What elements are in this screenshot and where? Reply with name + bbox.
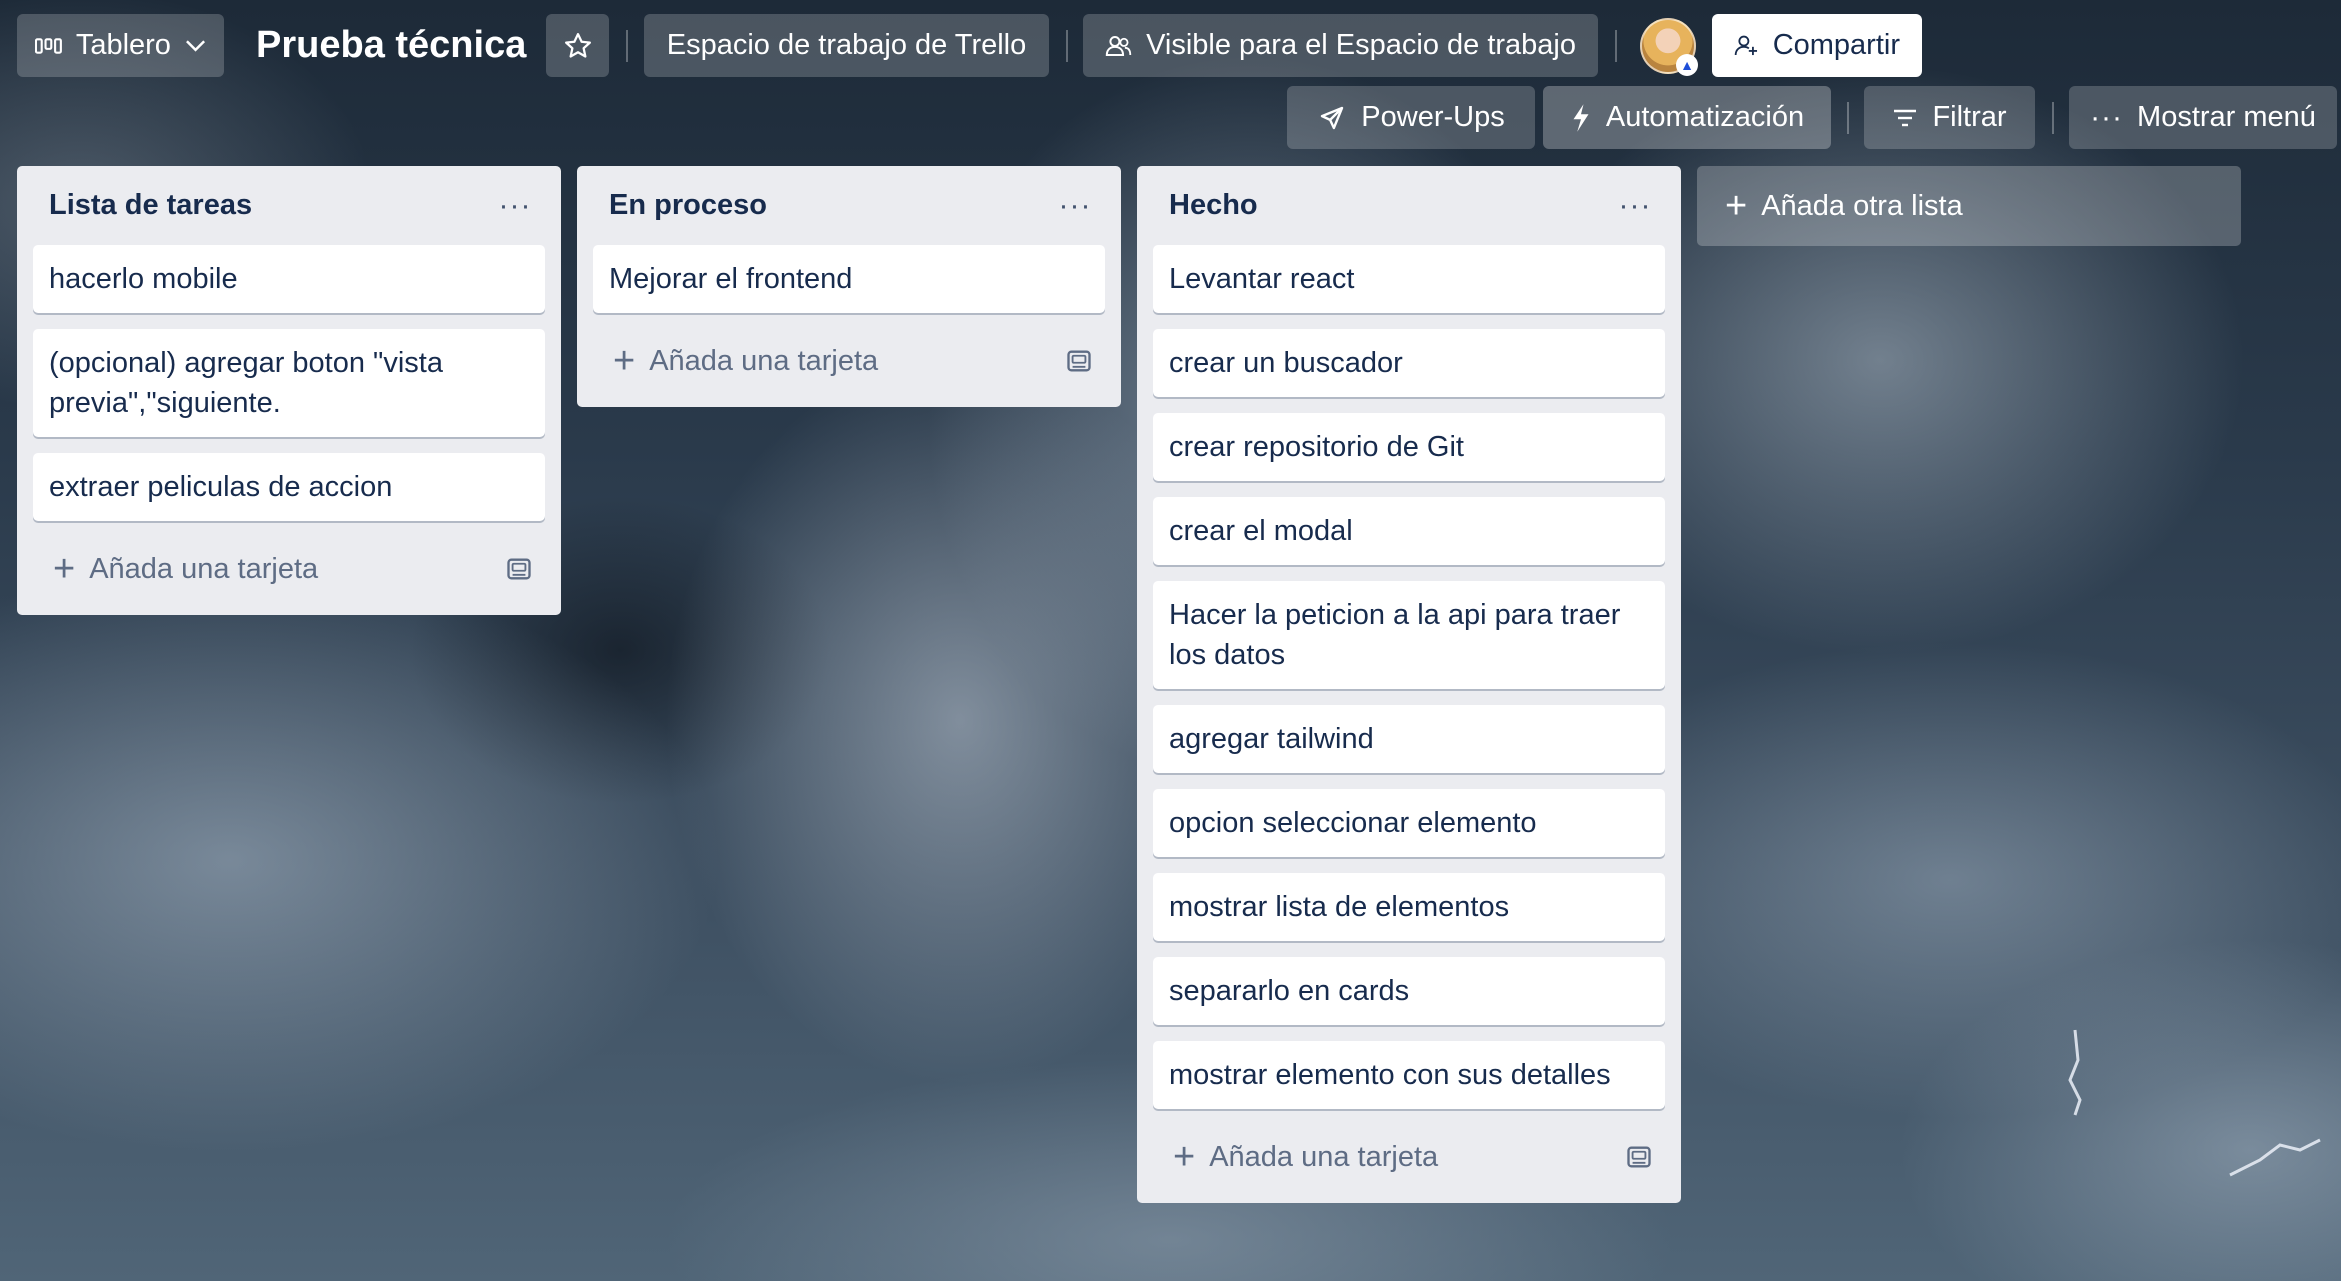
powerups-button[interactable]: Power-Ups [1287, 86, 1535, 149]
add-card-row: + Añada una tarjeta [33, 537, 545, 601]
card[interactable]: crear un buscador [1153, 329, 1665, 397]
board-header: Tablero Prueba técnica Espacio de trabaj… [0, 0, 2341, 149]
board-view-switcher[interactable]: Tablero [17, 14, 224, 77]
card-template-icon[interactable] [505, 555, 533, 583]
admin-badge-icon: ▲ [1676, 54, 1698, 76]
card[interactable]: crear repositorio de Git [1153, 413, 1665, 481]
header-divider [626, 30, 628, 62]
filter-button[interactable]: Filtrar [1864, 86, 2035, 149]
add-card-button[interactable]: + Añada una tarjeta [1173, 1138, 1438, 1176]
list-title[interactable]: Hecho [1169, 189, 1258, 222]
plus-icon: + [53, 548, 76, 590]
card[interactable]: extraer peliculas de accion [33, 453, 545, 521]
filter-icon [1894, 109, 1917, 126]
header-divider [1847, 102, 1849, 134]
card[interactable]: separarlo en cards [1153, 957, 1665, 1025]
powerups-label: Power-Ups [1361, 101, 1505, 133]
board-icon [35, 37, 62, 54]
list-title[interactable]: Lista de tareas [49, 189, 252, 222]
plus-icon: + [1173, 1136, 1196, 1178]
card[interactable]: mostrar lista de elementos [1153, 873, 1665, 941]
board-view-label: Tablero [75, 29, 171, 61]
star-icon [564, 32, 591, 58]
card[interactable]: agregar tailwind [1153, 705, 1665, 773]
add-card-label: Añada una tarjeta [649, 344, 879, 377]
add-card-label: Añada una tarjeta [1209, 1140, 1439, 1173]
card[interactable]: Hacer la peticion a la api para traer lo… [1153, 581, 1665, 689]
list-hecho: Hecho ··· Levantar react crear un buscad… [1137, 166, 1681, 1203]
add-list-label: Añada otra lista [1761, 189, 1963, 222]
lightning-icon [1573, 103, 1589, 132]
add-member-icon [1734, 35, 1758, 55]
card[interactable]: crear el modal [1153, 497, 1665, 565]
automation-label: Automatización [1605, 101, 1805, 133]
card[interactable]: mostrar elemento con sus detalles [1153, 1041, 1665, 1109]
card[interactable]: Levantar react [1153, 245, 1665, 313]
filter-label: Filtrar [1932, 101, 2007, 133]
show-menu-button[interactable]: ··· Mostrar menú [2069, 86, 2337, 149]
card-template-icon[interactable] [1625, 1143, 1653, 1171]
card[interactable]: Mejorar el frontend [593, 245, 1105, 313]
workspace-label: Espacio de trabajo de Trello [666, 29, 1027, 61]
star-board-button[interactable] [546, 14, 609, 77]
add-card-row: + Añada una tarjeta [1153, 1125, 1665, 1189]
list-title[interactable]: En proceso [609, 189, 767, 222]
workspace-visibility-icon [1105, 35, 1132, 56]
card[interactable]: (opcional) agregar boton "vista previa",… [33, 329, 545, 437]
list-header: Hecho ··· [1153, 166, 1665, 245]
list-en-proceso: En proceso ··· Mejorar el frontend + Aña… [577, 166, 1121, 407]
card-template-icon[interactable] [1065, 347, 1093, 375]
menu-label: Mostrar menú [2137, 101, 2316, 133]
automation-button[interactable]: Automatización [1543, 86, 1831, 149]
share-label: Compartir [1772, 29, 1900, 61]
workspace-button[interactable]: Espacio de trabajo de Trello [644, 14, 1049, 77]
add-card-label: Añada una tarjeta [89, 552, 319, 585]
board-title[interactable]: Prueba técnica [256, 14, 526, 77]
ellipsis-icon[interactable]: ··· [1053, 184, 1097, 228]
header-divider [2052, 102, 2054, 134]
ellipsis-icon[interactable]: ··· [1613, 184, 1657, 228]
rocket-icon [1321, 106, 1344, 129]
card[interactable]: opcion seleccionar elemento [1153, 789, 1665, 857]
visibility-label: Visible para el Espacio de trabajo [1146, 29, 1576, 61]
header-divider [1066, 30, 1068, 62]
header-divider [1615, 30, 1617, 62]
add-card-button[interactable]: + Añada una tarjeta [53, 550, 318, 588]
add-card-button[interactable]: + Añada una tarjeta [613, 342, 878, 380]
ellipsis-icon[interactable]: ··· [493, 184, 537, 228]
visibility-button[interactable]: Visible para el Espacio de trabajo [1083, 14, 1598, 77]
add-list-button[interactable]: + Añada otra lista [1697, 166, 2241, 246]
plus-icon: + [1725, 185, 1748, 227]
add-card-row: + Añada una tarjeta [593, 329, 1105, 393]
list-header: En proceso ··· [593, 166, 1105, 245]
list-header: Lista de tareas ··· [33, 166, 545, 245]
list-lista-de-tareas: Lista de tareas ··· hacerlo mobile (opci… [17, 166, 561, 615]
share-button[interactable]: Compartir [1712, 14, 1922, 77]
chevron-down-icon [185, 39, 205, 52]
card[interactable]: hacerlo mobile [33, 245, 545, 313]
plus-icon: + [613, 340, 636, 382]
ellipsis-icon: ··· [2090, 100, 2124, 134]
